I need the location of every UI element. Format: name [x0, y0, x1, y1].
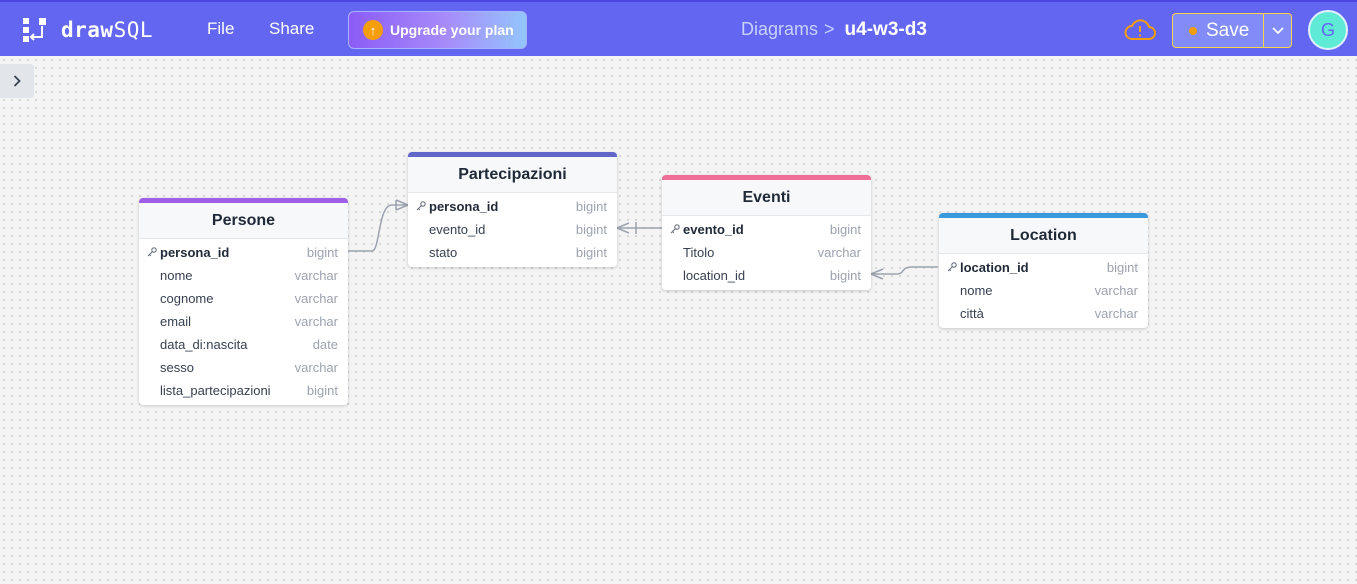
table-title[interactable]: Partecipazioni [408, 157, 617, 193]
column-type: bigint [306, 245, 338, 260]
column-type: varchar [1094, 306, 1138, 321]
menu-file[interactable]: File [207, 19, 234, 39]
column-name: email [160, 314, 192, 329]
column-name: Titolo [683, 245, 715, 260]
column-type: bigint [829, 268, 861, 283]
key-icon [947, 262, 957, 272]
column-name: sesso [160, 360, 194, 375]
column-name: location_id [960, 260, 1029, 275]
column-type: bigint [575, 245, 607, 260]
column-type: varchar [294, 314, 338, 329]
column-row[interactable]: lista_partecipazioni bigint [139, 379, 348, 402]
logo-text: drawSQL [61, 18, 154, 42]
column-row[interactable]: evento_id bigint [408, 218, 617, 241]
save-options-button[interactable] [1263, 13, 1292, 48]
column-type: varchar [294, 360, 338, 375]
column-type: bigint [575, 199, 607, 214]
save-label: Save [1206, 19, 1250, 41]
upgrade-plan-button[interactable]: ↑ Upgrade your plan [348, 11, 527, 49]
column-name: nome [160, 268, 193, 283]
column-row[interactable]: evento_id bigint [662, 218, 871, 241]
table-title[interactable]: Location [939, 218, 1148, 254]
column-name: evento_id [683, 222, 744, 237]
column-row[interactable]: email varchar [139, 310, 348, 333]
table-columns: persona_id bigint evento_id bigint stato bigi… [408, 193, 617, 267]
column-name: città [960, 306, 984, 321]
column-type: date [312, 337, 338, 352]
column-type: varchar [294, 291, 338, 306]
table-columns: location_id bigint nome varchar città varchar [939, 254, 1148, 328]
column-row[interactable]: cognome varchar [139, 287, 348, 310]
column-type: varchar [817, 245, 861, 260]
table-eventi[interactable]: Eventi evento_id bigint Titolo varchar locati… [662, 175, 871, 290]
menu-share[interactable]: Share [269, 19, 314, 39]
sidebar-toggle-button[interactable] [0, 64, 34, 98]
upgrade-plan-label: Upgrade your plan [390, 22, 514, 38]
key-icon [670, 224, 680, 234]
table-columns: evento_id bigint Titolo varchar location_id b… [662, 216, 871, 290]
column-name: cognome [160, 291, 214, 306]
column-row[interactable]: stato bigint [408, 241, 617, 264]
chevron-down-icon [1271, 26, 1284, 34]
logo[interactable]: drawSQL [22, 16, 153, 44]
column-name: nome [960, 283, 993, 298]
table-partecipazioni[interactable]: Partecipazioni persona_id bigint evento_id b… [408, 152, 617, 267]
breadcrumb-diagrams[interactable]: Diagrams [741, 19, 818, 40]
column-name: stato [429, 245, 458, 260]
column-type: bigint [306, 383, 338, 398]
column-row[interactable]: nome varchar [139, 264, 348, 287]
column-name: persona_id [160, 245, 230, 260]
column-type: varchar [294, 268, 338, 283]
key-icon [147, 247, 157, 257]
column-row[interactable]: nome varchar [939, 279, 1148, 302]
column-name: persona_id [429, 199, 499, 214]
column-row[interactable]: location_id bigint [939, 256, 1148, 279]
column-type: bigint [575, 222, 607, 237]
table-title[interactable]: Eventi [662, 180, 871, 216]
user-avatar[interactable]: G [1308, 10, 1348, 50]
column-row[interactable]: persona_id bigint [408, 195, 617, 218]
column-name: data_di:nascita [160, 337, 248, 352]
column-name: lista_partecipazioni [160, 383, 271, 398]
column-name: evento_id [429, 222, 486, 237]
drawsql-logo-icon [23, 18, 46, 42]
cloud-alert-icon[interactable] [1124, 17, 1156, 43]
column-row[interactable]: location_id bigint [662, 264, 871, 287]
chevron-right-icon [13, 75, 21, 87]
top-bar: drawSQL File Share ↑ Upgrade your plan D… [0, 0, 1357, 56]
breadcrumb-separator: > [824, 19, 835, 39]
column-row[interactable]: data_di:nascita date [139, 333, 348, 356]
column-type: bigint [829, 222, 861, 237]
arrow-up-circle-icon: ↑ [363, 20, 383, 40]
column-type: varchar [1094, 283, 1138, 298]
diagram-title[interactable]: u4-w3-d3 [845, 19, 927, 41]
key-icon [416, 201, 426, 211]
table-title[interactable]: Persone [139, 203, 348, 239]
column-row[interactable]: sesso varchar [139, 356, 348, 379]
column-row[interactable]: persona_id bigint [139, 241, 348, 264]
column-row[interactable]: Titolo varchar [662, 241, 871, 264]
column-name: location_id [683, 268, 746, 283]
table-location[interactable]: Location location_id bigint nome varchar citt… [939, 213, 1148, 328]
column-row[interactable]: città varchar [939, 302, 1148, 325]
breadcrumb: Diagrams > u4-w3-d3 [741, 19, 927, 41]
save-button[interactable]: Save [1172, 13, 1264, 48]
table-persone[interactable]: Persone persona_id bigint nome varchar cognom… [139, 198, 348, 405]
table-columns: persona_id bigint nome varchar cognome varcha… [139, 239, 348, 405]
unsaved-status-dot [1189, 26, 1197, 35]
column-type: bigint [1106, 260, 1138, 275]
